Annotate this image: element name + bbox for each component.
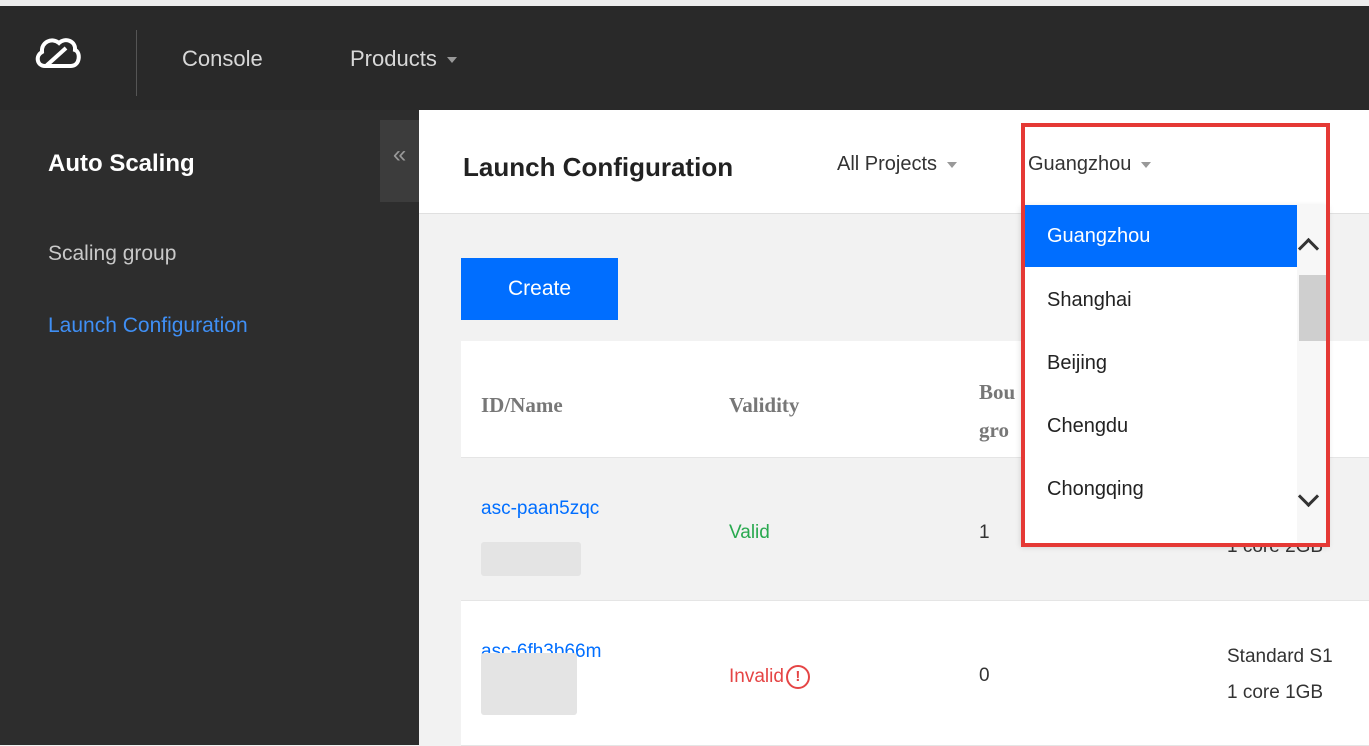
- region-option-beijing[interactable]: Beijing: [1021, 332, 1297, 394]
- nav-products-label: Products: [350, 46, 437, 71]
- config-spec-size: 1 core 1GB: [1227, 682, 1324, 703]
- bound-group-count: 1: [979, 522, 990, 543]
- project-selector[interactable]: All Projects: [837, 153, 958, 176]
- config-spec: Standard S1 1 core 1GB: [1227, 639, 1333, 711]
- column-header-validity: Validity: [729, 393, 800, 417]
- validity-status-text: Invalid: [729, 666, 784, 688]
- config-spec-type: Standard S1: [1227, 646, 1333, 667]
- column-header-bound-group: Bou gro: [979, 373, 1019, 449]
- warning-icon[interactable]: !: [785, 665, 810, 689]
- region-option-chongqing[interactable]: Chongqing: [1021, 458, 1297, 520]
- scroll-up-icon[interactable]: [1297, 237, 1320, 260]
- sidebar-item-scaling-group[interactable]: Scaling group: [48, 242, 176, 266]
- region-dropdown-list: Guangzhou Shanghai Beijing Chengdu Chong…: [1021, 205, 1328, 545]
- region-selector[interactable]: Guangzhou: [1028, 153, 1152, 176]
- caret-down-icon: [1141, 161, 1152, 168]
- sidebar-title: Auto Scaling: [48, 150, 195, 177]
- page-title: Launch Configuration: [463, 152, 734, 182]
- redacted-name: [481, 542, 581, 576]
- nav-console-link[interactable]: Console: [182, 46, 263, 72]
- nav-divider: [136, 30, 137, 96]
- region-option-guangzhou[interactable]: Guangzhou: [1021, 205, 1297, 267]
- create-button[interactable]: Create: [461, 258, 618, 320]
- sidebar: Auto Scaling Scaling group Launch Config…: [0, 110, 419, 745]
- cloud-logo-icon[interactable]: [32, 28, 82, 78]
- caret-down-icon: [446, 57, 457, 64]
- column-header-bound-text: Bou gro: [979, 380, 1016, 442]
- top-navbar: Console Products: [0, 0, 1369, 110]
- dropdown-scrollbar[interactable]: [1297, 205, 1328, 545]
- scroll-down-icon[interactable]: [1297, 485, 1320, 508]
- validity-status: Valid: [729, 522, 770, 543]
- validity-status: Invalid!: [729, 665, 810, 689]
- region-selector-label: Guangzhou: [1028, 153, 1132, 175]
- sidebar-item-launch-configuration[interactable]: Launch Configuration: [48, 314, 248, 338]
- project-selector-label: All Projects: [837, 153, 938, 175]
- page-header: Launch Configuration All Projects Guangz…: [419, 110, 1369, 214]
- config-id-link[interactable]: asc-paan5zqc: [481, 498, 599, 520]
- region-option-hongkong[interactable]: Hong Kong: [1021, 521, 1297, 545]
- caret-down-icon: [947, 161, 958, 168]
- region-option-shanghai[interactable]: Shanghai: [1021, 269, 1297, 331]
- bound-group-count: 0: [979, 665, 990, 686]
- column-header-id-name: ID/Name: [481, 393, 563, 417]
- table-row: asc-6fh3b66m Invalid! 0 Standard S1 1 co…: [461, 601, 1369, 746]
- nav-products-menu[interactable]: Products: [350, 46, 457, 72]
- region-option-chengdu[interactable]: Chengdu: [1021, 395, 1297, 457]
- scrollbar-thumb[interactable]: [1299, 275, 1326, 341]
- collapse-sidebar-icon[interactable]: «: [380, 120, 419, 202]
- redacted-name: [481, 653, 577, 715]
